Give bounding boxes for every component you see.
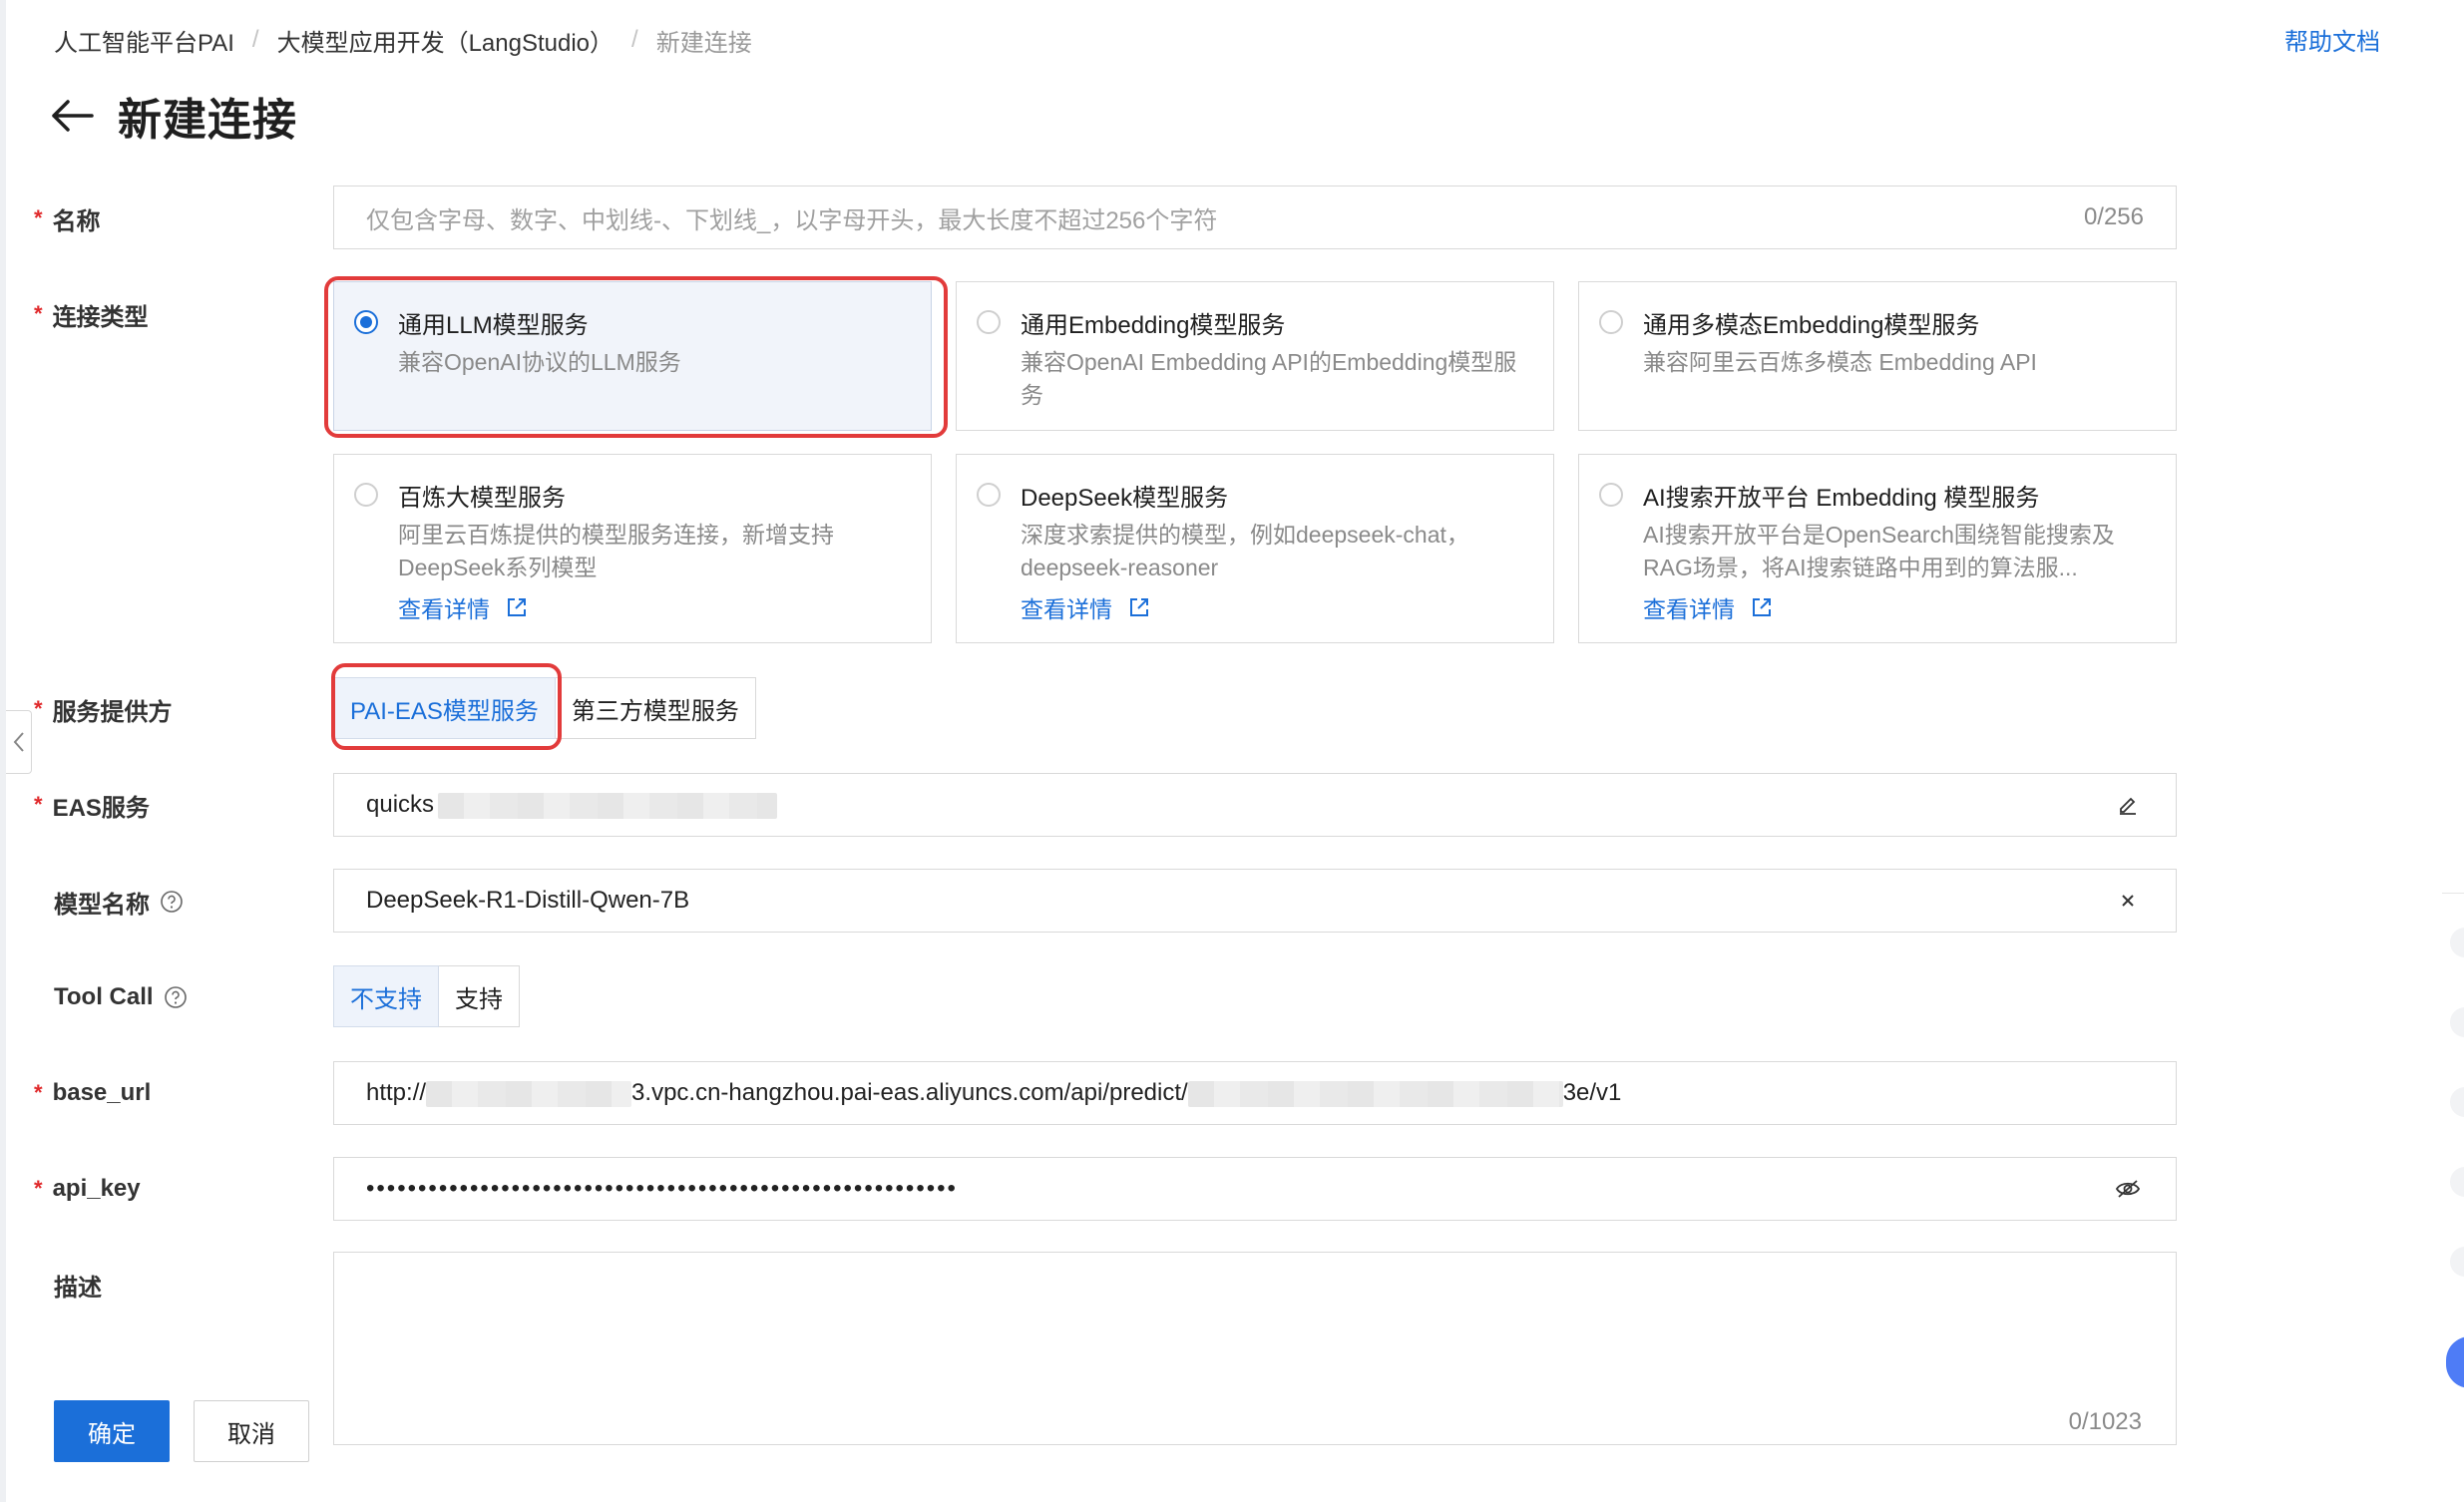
base-url-label: * base_url bbox=[34, 1079, 152, 1106]
model-name-label: 模型名称 bbox=[34, 885, 184, 919]
radio-unselected[interactable] bbox=[977, 310, 1001, 334]
name-placeholder: 仅包含字母、数字、中划线-、下划线_，以字母开头，最大长度不超过256个字符 bbox=[366, 206, 1218, 234]
back-button[interactable] bbox=[50, 92, 98, 140]
api-key-label: * api_key bbox=[34, 1175, 141, 1202]
page-header: 新建连接 bbox=[50, 86, 297, 146]
provider-label: * 服务提供方 bbox=[34, 696, 173, 726]
radio-unselected[interactable] bbox=[1599, 310, 1623, 334]
option-desc: 兼容OpenAI协议的LLM服务 bbox=[398, 349, 681, 375]
sidebar-collapse-button[interactable] bbox=[6, 710, 32, 774]
radio-selected[interactable] bbox=[354, 310, 378, 334]
help-docs-link[interactable]: 帮助文档 bbox=[2284, 22, 2380, 57]
option-title: AI搜索开放平台 Embedding 模型服务 bbox=[1643, 484, 2040, 512]
api-key-input[interactable]: ••••••••••••••••••••••••••••••••••••••••… bbox=[333, 1157, 2177, 1221]
arrow-left-icon bbox=[52, 100, 94, 132]
confirm-button[interactable]: 确定 bbox=[54, 1400, 170, 1462]
breadcrumb-item-langstudio[interactable]: 大模型应用开发（LangStudio） bbox=[277, 23, 614, 58]
right-side-toolbar bbox=[2442, 0, 2464, 1502]
required-mark: * bbox=[34, 301, 43, 326]
provider-option-pai-eas[interactable]: PAI-EAS模型服务 bbox=[333, 677, 556, 739]
tool-call-label: Tool Call bbox=[34, 980, 188, 1014]
view-details-link[interactable]: 查看详情 bbox=[1021, 590, 1525, 624]
connection-type-option-multimodal-embedding[interactable]: 通用多模态Embedding模型服务 兼容阿里云百炼多模态 Embedding … bbox=[1578, 281, 2177, 431]
breadcrumb-item-pai[interactable]: 人工智能平台PAI bbox=[54, 23, 234, 58]
required-mark: * bbox=[34, 205, 43, 230]
eas-service-select[interactable]: quicks bbox=[333, 773, 2177, 837]
option-desc: 兼容OpenAI Embedding API的Embedding模型服务 bbox=[1021, 349, 1517, 408]
external-link-icon bbox=[508, 598, 526, 616]
option-title: 通用Embedding模型服务 bbox=[1021, 311, 1286, 339]
option-desc: 深度求索提供的模型，例如deepseek-chat，deepseek-reaso… bbox=[1021, 522, 1469, 580]
floating-assistant-button[interactable] bbox=[2446, 1336, 2464, 1388]
connection-type-option-bailian[interactable]: 百炼大模型服务 阿里云百炼提供的模型服务连接，新增支持DeepSeek系列模型 … bbox=[333, 454, 932, 643]
clear-button[interactable] bbox=[2112, 885, 2144, 917]
option-title: 百炼大模型服务 bbox=[398, 484, 566, 512]
model-name-input[interactable]: DeepSeek-R1-Distill-Qwen-7B bbox=[333, 869, 2177, 933]
connection-type-option-deepseek[interactable]: DeepSeek模型服务 深度求索提供的模型，例如deepseek-chat，d… bbox=[956, 454, 1554, 643]
tool-call-option-unsupported[interactable]: 不支持 bbox=[333, 965, 439, 1027]
name-label: * 名称 bbox=[34, 205, 101, 235]
eas-service-label: * EAS服务 bbox=[34, 792, 150, 822]
breadcrumb-separator: / bbox=[251, 26, 259, 53]
breadcrumb: 人工智能平台PAI / 大模型应用开发（LangStudio） / 新建连接 bbox=[54, 22, 752, 58]
api-key-masked-value: ••••••••••••••••••••••••••••••••••••••••… bbox=[366, 1175, 958, 1202]
question-circle-icon[interactable] bbox=[164, 985, 188, 1009]
cancel-button[interactable]: 取消 bbox=[194, 1400, 309, 1462]
option-title: 通用LLM模型服务 bbox=[398, 311, 589, 339]
option-desc: 兼容阿里云百炼多模态 Embedding API bbox=[1643, 349, 2037, 375]
option-desc: 阿里云百炼提供的模型服务连接，新增支持DeepSeek系列模型 bbox=[398, 522, 834, 580]
provider-option-third-party[interactable]: 第三方模型服务 bbox=[555, 677, 756, 739]
external-link-icon bbox=[1753, 598, 1771, 616]
radio-unselected[interactable] bbox=[977, 483, 1001, 507]
name-input[interactable]: 仅包含字母、数字、中划线-、下划线_，以字母开头，最大长度不超过256个字符 0… bbox=[333, 186, 2177, 249]
radio-unselected[interactable] bbox=[1599, 483, 1623, 507]
connection-type-label: * 连接类型 bbox=[34, 301, 149, 331]
provider-segmented-control: PAI-EAS模型服务 第三方模型服务 bbox=[333, 677, 756, 739]
external-link-icon bbox=[1130, 598, 1148, 616]
required-mark: * bbox=[34, 696, 43, 721]
option-title: 通用多模态Embedding模型服务 bbox=[1643, 311, 1980, 339]
description-char-counter: 0/1023 bbox=[2068, 1408, 2142, 1435]
page-title: 新建连接 bbox=[118, 96, 297, 145]
view-details-link[interactable]: 查看详情 bbox=[1643, 590, 2148, 624]
tool-call-option-supported[interactable]: 支持 bbox=[439, 965, 520, 1027]
name-char-counter: 0/256 bbox=[2083, 203, 2144, 230]
connection-type-option-llm[interactable]: 通用LLM模型服务 兼容OpenAI协议的LLM服务 bbox=[333, 281, 932, 431]
required-mark: * bbox=[34, 1176, 43, 1201]
description-label: 描述 bbox=[54, 1274, 102, 1302]
edit-button[interactable] bbox=[2112, 789, 2144, 821]
model-name-value: DeepSeek-R1-Distill-Qwen-7B bbox=[366, 887, 690, 914]
description-textarea[interactable]: 0/1023 bbox=[333, 1252, 2177, 1445]
base-url-input[interactable]: http://3.vpc.cn-hangzhou.pai-eas.aliyunc… bbox=[333, 1061, 2177, 1125]
connection-type-option-opensearch-embedding[interactable]: AI搜索开放平台 Embedding 模型服务 AI搜索开放平台是OpenSea… bbox=[1578, 454, 2177, 643]
toggle-visibility-button[interactable] bbox=[2112, 1173, 2144, 1205]
option-title: DeepSeek模型服务 bbox=[1021, 484, 1229, 512]
chevron-left-icon bbox=[13, 732, 24, 752]
question-circle-icon[interactable] bbox=[160, 890, 184, 914]
connection-type-option-embedding[interactable]: 通用Embedding模型服务 兼容OpenAI Embedding API的E… bbox=[956, 281, 1554, 431]
breadcrumb-current: 新建连接 bbox=[655, 29, 752, 57]
pencil-icon bbox=[2120, 797, 2136, 815]
radio-unselected[interactable] bbox=[354, 483, 378, 507]
eas-service-value: quicks bbox=[366, 791, 2112, 819]
option-desc: AI搜索开放平台是OpenSearch围绕智能搜索及RAG场景，将AI搜索链路中… bbox=[1643, 522, 2115, 580]
required-mark: * bbox=[34, 1080, 43, 1105]
eye-off-icon bbox=[2115, 1180, 2141, 1198]
required-mark: * bbox=[34, 792, 43, 817]
close-icon bbox=[2122, 895, 2134, 907]
redacted-text bbox=[1187, 1080, 1563, 1107]
redacted-text bbox=[438, 792, 778, 819]
breadcrumb-separator: / bbox=[631, 26, 638, 53]
redacted-text bbox=[426, 1080, 632, 1107]
base-url-value: http://3.vpc.cn-hangzhou.pai-eas.aliyunc… bbox=[366, 1079, 1622, 1107]
tool-call-segmented-control: 不支持 支持 bbox=[333, 965, 520, 1027]
view-details-link[interactable]: 查看详情 bbox=[398, 590, 903, 624]
